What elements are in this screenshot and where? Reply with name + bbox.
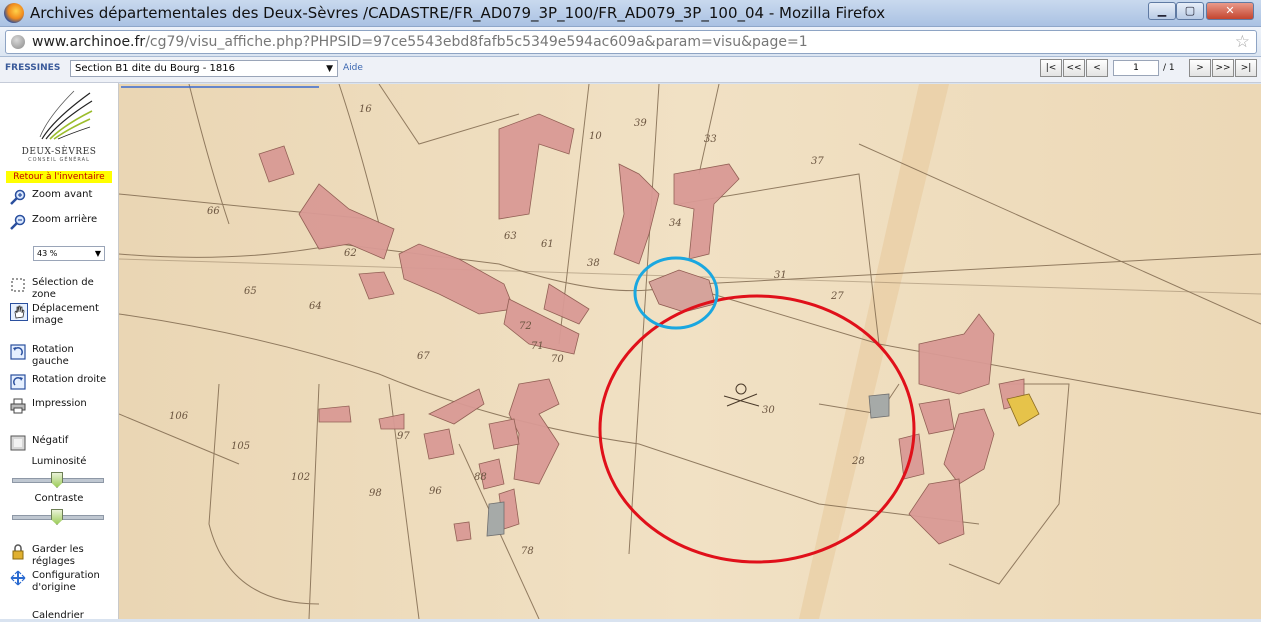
parcel-number: 88 — [474, 472, 487, 483]
keep-settings-label-1: Garder les — [32, 544, 84, 555]
printer-icon — [10, 398, 26, 414]
section-select-value: Section B1 dite du Bourg - 1816 — [75, 63, 235, 74]
reset-arrows-icon — [10, 570, 26, 586]
parcel-number: 28 — [851, 456, 865, 467]
rotate-left-label-1: Rotation — [32, 344, 74, 355]
move-image-label-1: Déplacement — [32, 303, 99, 314]
parcel-number: 38 — [587, 258, 600, 269]
previous-page-button[interactable]: < — [1086, 59, 1108, 77]
logo-subtitle: CONSEIL GÉNÉRAL — [28, 157, 90, 163]
maximize-button[interactable]: ▢ — [1176, 2, 1204, 20]
rotate-left-label-2: gauche — [32, 356, 69, 367]
parcel-number: 66 — [207, 206, 220, 217]
keep-settings-label-2: réglages — [32, 556, 76, 567]
window-title: Archives départementales des Deux-Sèvres… — [30, 4, 886, 22]
tool-sidebar: DEUX-SÈVRES CONSEIL GÉNÉRAL Retour à l'i… — [0, 83, 119, 621]
contrast-slider[interactable] — [12, 509, 104, 525]
print-label: Impression — [32, 398, 87, 409]
url-host: www.archinoe.fr — [32, 34, 146, 50]
cadastre-map-viewer[interactable]: 16 10 39 33 37 34 63 61 66 64 62 65 67 3… — [119, 84, 1261, 619]
zoom-level-value: 43 % — [37, 249, 58, 258]
fast-previous-button[interactable]: << — [1063, 59, 1085, 77]
zoom-in-icon — [10, 189, 26, 205]
parcel-number: 63 — [504, 231, 517, 242]
firefox-logo-icon — [4, 3, 24, 23]
next-page-button[interactable]: > — [1189, 59, 1211, 77]
contrast-slider-thumb[interactable] — [51, 509, 63, 525]
viewer-toolbar: FRESSINES Section B1 dite du Bourg - 181… — [0, 57, 1261, 83]
selection-marquee-icon — [11, 278, 25, 292]
parcel-number: 31 — [774, 270, 787, 281]
parcel-number: 97 — [397, 431, 410, 442]
chevron-down-icon: ▼ — [326, 64, 333, 74]
parcel-number: 71 — [531, 341, 544, 352]
parcel-number: 33 — [704, 134, 717, 145]
padlock-icon — [12, 544, 24, 560]
brightness-label: Luminosité — [31, 456, 87, 467]
url-path: /cg79/visu_affiche.php?PHPSID=97ce5543eb… — [145, 34, 808, 50]
help-link[interactable]: Aide — [343, 63, 363, 73]
brightness-slider-thumb[interactable] — [51, 472, 63, 488]
url-text[interactable]: www.archinoe.fr/cg79/visu_affiche.php?PH… — [32, 34, 808, 50]
parcel-number: 105 — [231, 441, 250, 452]
parcel-number: 78 — [521, 546, 534, 557]
section-select[interactable]: Section B1 dite du Bourg - 1816 ▼ — [70, 60, 338, 77]
parcel-number: 65 — [244, 286, 257, 297]
url-field[interactable]: www.archinoe.fr/cg79/visu_affiche.php?PH… — [5, 30, 1257, 54]
parcel-number: 34 — [669, 218, 682, 229]
logo-name: DEUX-SÈVRES — [21, 147, 97, 157]
parcel-number: 64 — [309, 301, 322, 312]
commune-name: FRESSINES — [5, 63, 61, 73]
parcel-number: 106 — [169, 411, 189, 422]
zoom-out-icon — [10, 214, 26, 230]
cadastre-map-image[interactable]: 16 10 39 33 37 34 63 61 66 64 62 65 67 3… — [119, 84, 1261, 619]
minimize-button[interactable]: ▁ — [1148, 2, 1176, 20]
parcel-number: 96 — [429, 486, 442, 497]
move-image-label-2: image — [32, 315, 64, 326]
parcel-number: 61 — [541, 239, 554, 250]
calendar-label: Calendrier — [32, 610, 84, 621]
parcel-number: 16 — [359, 104, 372, 115]
parcel-number: 30 — [762, 405, 775, 416]
reset-configuration-label-1: Configuration — [32, 570, 100, 581]
parcel-number: 37 — [811, 156, 824, 167]
rotate-right-icon — [10, 374, 26, 390]
chevron-down-icon: ▼ — [94, 249, 101, 258]
back-to-inventory-button[interactable]: Retour à l'inventaire — [6, 171, 112, 183]
parcel-number: 98 — [369, 488, 382, 499]
bookmark-star-icon[interactable]: ☆ — [1235, 32, 1250, 52]
parcel-number: 70 — [551, 354, 564, 365]
address-bar: www.archinoe.fr/cg79/visu_affiche.php?PH… — [0, 27, 1261, 57]
first-page-button[interactable]: |< — [1040, 59, 1062, 77]
page-number-input[interactable]: 1 — [1113, 60, 1159, 76]
parcel-number: 62 — [344, 248, 357, 259]
zoom-level-select[interactable]: 43 % ▼ — [33, 246, 105, 261]
parcel-number: 102 — [291, 472, 310, 483]
zoom-in-label: Zoom avant — [32, 189, 93, 200]
contrast-label: Contraste — [34, 493, 84, 504]
rotate-right-label: Rotation droite — [32, 374, 107, 385]
site-identity-icon[interactable] — [11, 35, 25, 49]
zoom-out-label: Zoom arrière — [32, 214, 98, 225]
window-title-bar: Archives départementales des Deux-Sèvres… — [0, 0, 1261, 27]
parcel-number: 67 — [417, 351, 430, 362]
last-page-button[interactable]: >| — [1235, 59, 1257, 77]
parcel-number: 72 — [519, 321, 532, 332]
brightness-slider[interactable] — [12, 472, 104, 488]
deux-sevres-logo — [39, 90, 93, 140]
hand-icon — [10, 303, 28, 321]
parcel-number: 39 — [634, 118, 647, 129]
negative-label: Négatif — [32, 435, 69, 446]
parcel-number: 10 — [589, 131, 602, 142]
close-window-button[interactable]: ✕ — [1206, 2, 1254, 20]
fast-next-button[interactable]: >> — [1212, 59, 1234, 77]
rotate-left-icon — [10, 344, 26, 360]
parcel-number: 27 — [830, 291, 844, 302]
page-total: / 1 — [1163, 63, 1175, 73]
reset-configuration-label-2: d'origine — [32, 582, 76, 593]
negative-checkbox-icon — [10, 435, 26, 451]
select-zone-label-2: zone — [32, 289, 56, 300]
select-zone-label-1: Sélection de — [32, 277, 94, 288]
